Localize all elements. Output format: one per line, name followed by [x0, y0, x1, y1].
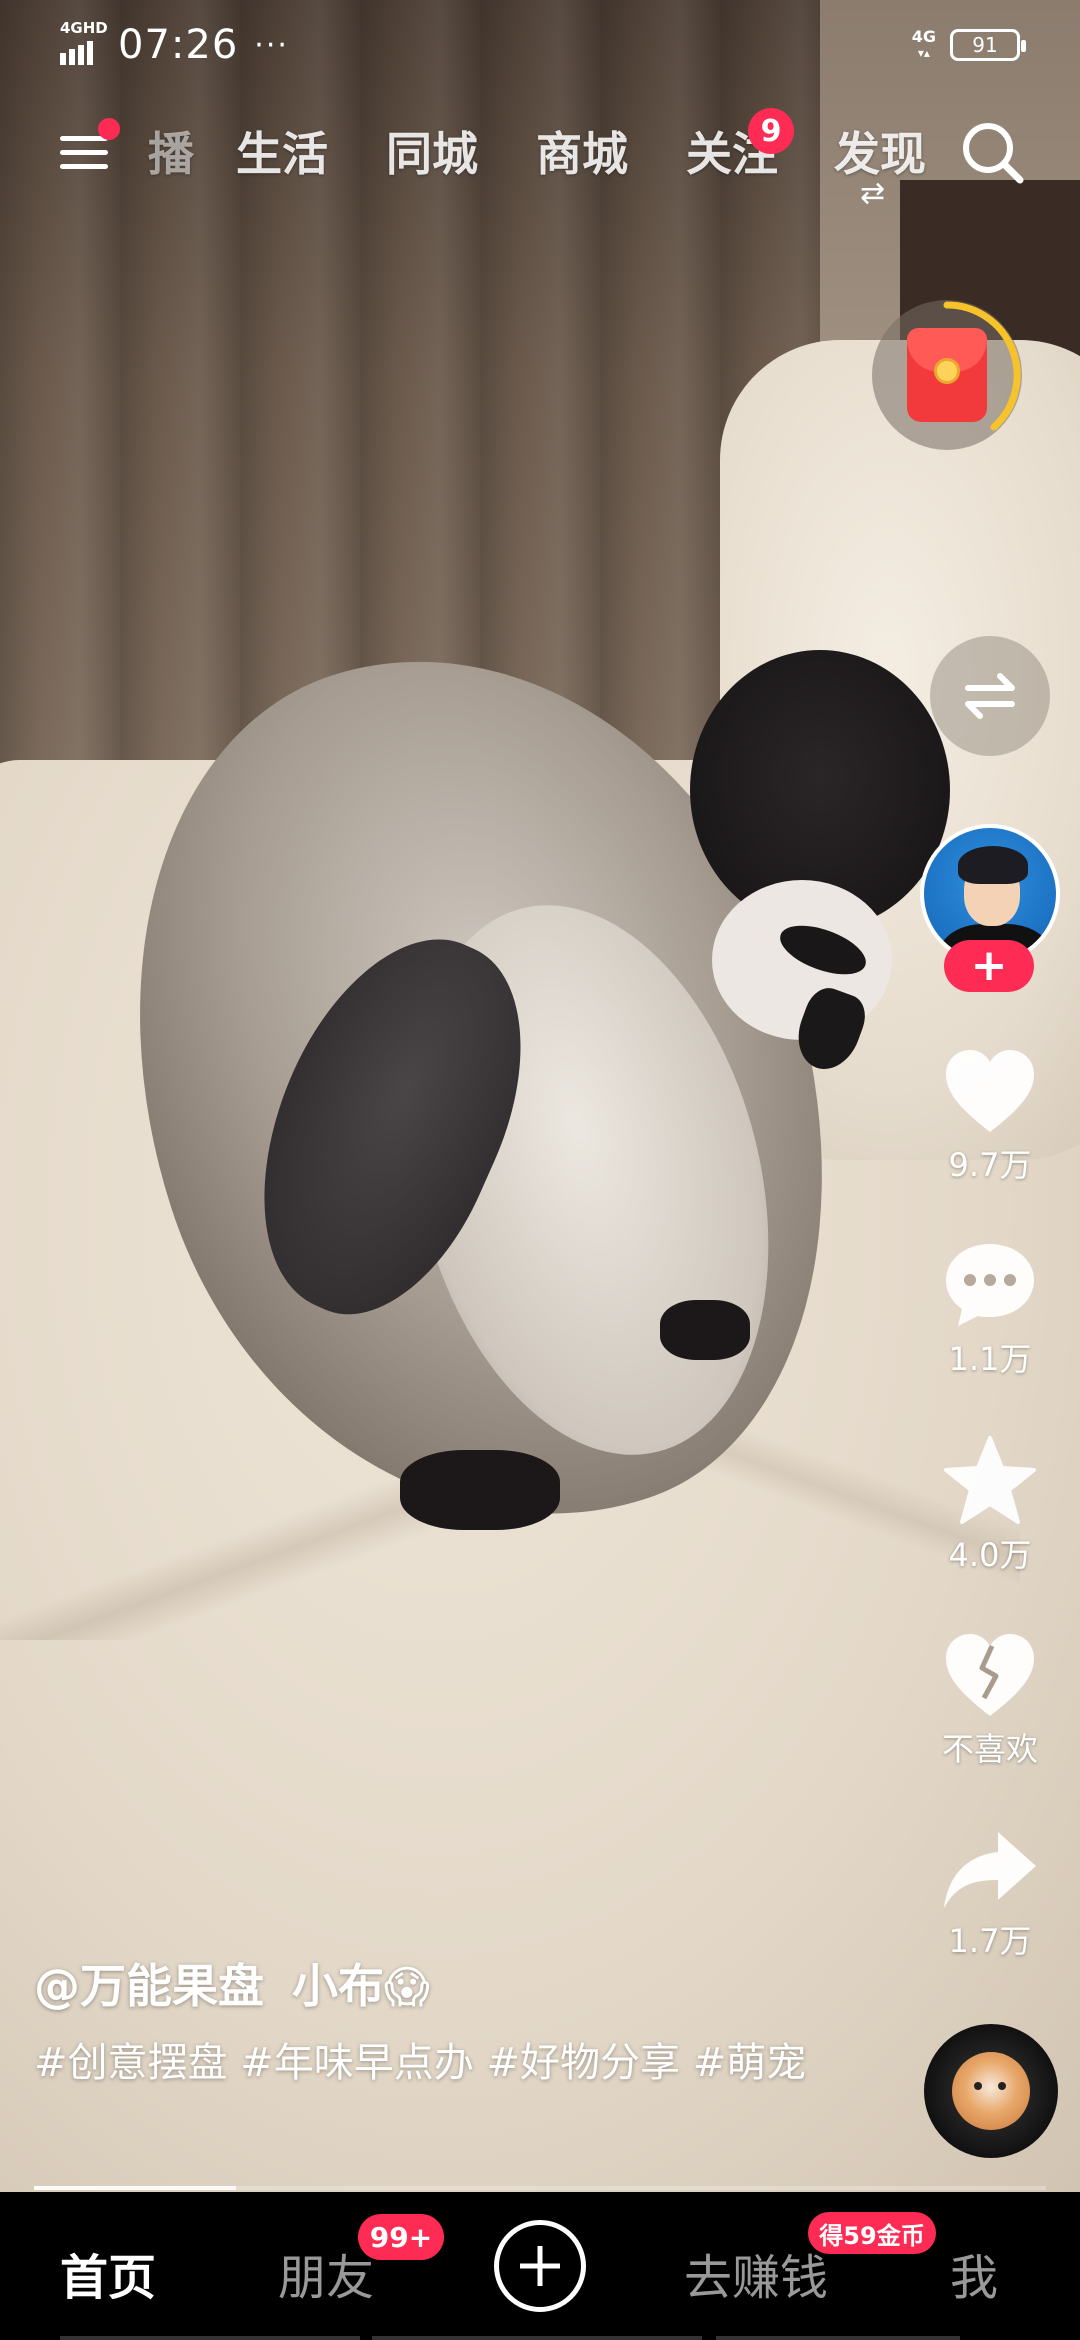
tab-discover[interactable]: 发现: [834, 118, 926, 184]
swap-icon: [965, 673, 1015, 719]
signal-icon: 4GHD: [60, 19, 108, 65]
favorite-button[interactable]: 4.0万: [920, 1434, 1060, 1576]
menu-button[interactable]: [60, 118, 120, 176]
menu-notification-dot: [98, 118, 120, 140]
heart-icon: [946, 1050, 1034, 1132]
comment-icon: [946, 1244, 1034, 1326]
status-more-icon: ···: [254, 27, 289, 63]
create-button[interactable]: [494, 2220, 586, 2312]
share-count: 1.7万: [948, 1922, 1032, 1960]
video-progress-bar[interactable]: [34, 2186, 1046, 2190]
comment-button[interactable]: 1.1万: [920, 1240, 1060, 1380]
battery-level: 91: [972, 33, 998, 57]
penguin-foot: [400, 1450, 560, 1530]
search-button[interactable]: [958, 118, 1028, 188]
network-right-icon: 4G ▾▴: [911, 27, 936, 61]
dislike-button[interactable]: 不喜欢: [920, 1632, 1060, 1770]
tab-local[interactable]: 同城: [386, 118, 478, 184]
comment-count: 1.1万: [948, 1340, 1032, 1378]
like-button[interactable]: 9.7万: [920, 1048, 1060, 1186]
discover-swap-icon: ⇄: [860, 176, 886, 211]
star-icon: [944, 1436, 1036, 1524]
penguin-foot: [660, 1300, 750, 1360]
author-avatar-group: +: [920, 824, 1060, 994]
following-badge: 9: [748, 108, 794, 154]
title-emoji: 😱: [384, 1962, 430, 2013]
music-disc[interactable]: [924, 2024, 1058, 2158]
status-time: 07:26: [118, 22, 239, 68]
friends-badge: 99+: [358, 2214, 444, 2260]
tab-mall[interactable]: 商城: [536, 118, 628, 184]
video-hashtags[interactable]: #创意摆盘 #年味早点办 #好物分享 #萌宠: [34, 2032, 854, 2094]
search-icon: [963, 123, 1024, 184]
status-bar: 4GHD 07:26 ··· 4G ▾▴ 91: [0, 0, 1080, 90]
share-button[interactable]: 1.7万: [920, 1828, 1060, 1962]
broken-heart-icon: [946, 1634, 1034, 1716]
network-type: 4GHD: [60, 19, 108, 37]
share-icon: [944, 1832, 1036, 1908]
red-packet-button[interactable]: [872, 300, 1022, 450]
video-progress-fill: [34, 2186, 237, 2190]
video-title: 小布: [292, 1959, 384, 2013]
nav-home[interactable]: 首页: [60, 2238, 156, 2308]
nav-me[interactable]: 我: [950, 2238, 998, 2308]
tab-life[interactable]: 生活: [236, 118, 328, 184]
author-name[interactable]: @万能果盘: [34, 1950, 264, 2016]
tab-live[interactable]: 播: [148, 118, 194, 184]
swap-button[interactable]: [930, 636, 1050, 756]
favorite-count: 4.0万: [948, 1536, 1032, 1574]
plus-icon: +: [970, 940, 1008, 991]
battery-icon: 91: [950, 29, 1026, 61]
earn-badge: 得59金币: [808, 2212, 936, 2254]
nav-friends[interactable]: 朋友: [278, 2238, 374, 2308]
like-count: 9.7万: [948, 1146, 1032, 1184]
top-nav: 播 生活 同城 商城 关注 9 发现 ⇄: [0, 108, 1080, 211]
video-caption: @万能果盘 小布😱 #创意摆盘 #年味早点办 #好物分享 #萌宠: [34, 1950, 854, 2094]
music-disc-icon: [952, 2052, 1030, 2130]
nav-earn[interactable]: 去赚钱: [684, 2238, 828, 2308]
bottom-nav: 首页 朋友 99+ 去赚钱 得59金币 我: [0, 2192, 1080, 2340]
follow-button[interactable]: +: [944, 940, 1034, 992]
dislike-label: 不喜欢: [941, 1730, 1038, 1768]
